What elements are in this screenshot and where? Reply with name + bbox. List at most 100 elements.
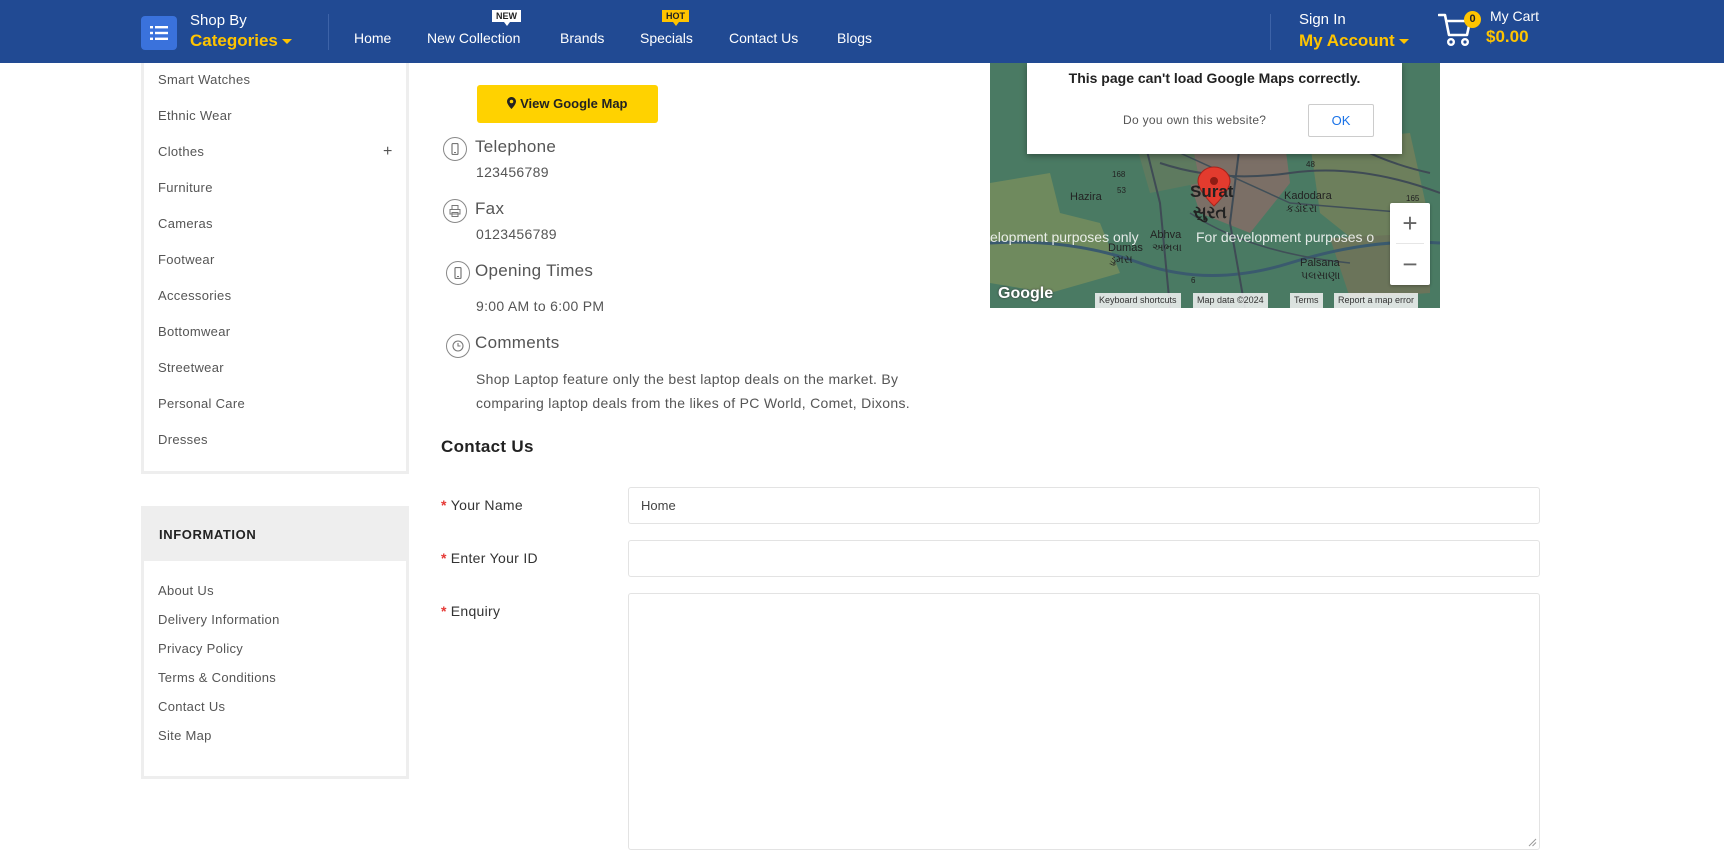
header-divider	[328, 14, 329, 50]
info-link-terms[interactable]: Terms & Conditions	[158, 670, 276, 685]
category-item[interactable]: Cameras	[158, 216, 213, 231]
hot-badge: HOT	[662, 10, 689, 26]
map-place-label: કડોદરા	[1286, 203, 1318, 215]
telephone-value: 123456789	[476, 164, 549, 180]
list-icon	[150, 26, 168, 40]
opening-times-label: Opening Times	[475, 261, 594, 280]
top-navigation-bar: Shop By Categories Home NEW New Collecti…	[0, 0, 1724, 63]
map-city-label-gujarati: સુરત	[1193, 203, 1227, 222]
phone-icon	[443, 137, 467, 161]
map-data-label: Map data ©2024	[1193, 293, 1268, 308]
fax-value: 0123456789	[476, 226, 557, 242]
my-account-label: My Account	[1299, 31, 1395, 50]
map-place-label: Palsana	[1300, 257, 1340, 269]
required-mark: *	[441, 603, 447, 619]
map-place-label: Hazira	[1070, 191, 1102, 203]
nav-home[interactable]: Home	[354, 30, 391, 46]
map-road-badge: 6	[1191, 276, 1196, 285]
phone-icon	[446, 261, 470, 285]
comments-text: Shop Laptop feature only the best laptop…	[476, 371, 910, 411]
map-place-label: Kadodara	[1284, 190, 1332, 202]
nav-brands[interactable]: Brands	[560, 30, 604, 46]
map-road-badge: 165	[1406, 194, 1420, 203]
caret-down-icon	[281, 39, 292, 45]
cart-count-badge: 0	[1464, 11, 1481, 28]
category-item[interactable]: Bottomwear	[158, 324, 230, 339]
category-list-panel	[141, 63, 409, 474]
zoom-divider	[1396, 243, 1424, 244]
enquiry-label-text: Enquiry	[450, 603, 501, 619]
map-dev-watermark: elopment purposes only	[990, 229, 1139, 245]
required-mark: *	[441, 550, 447, 566]
opening-times-value: 9:00 AM to 6:00 PM	[476, 298, 605, 314]
caret-down-icon	[1398, 39, 1409, 45]
required-mark: *	[441, 497, 447, 513]
clock-icon	[446, 334, 470, 358]
my-cart-label[interactable]: My Cart	[1490, 8, 1539, 24]
id-label-text: Enter Your ID	[450, 550, 538, 566]
enquiry-label: * Enquiry	[441, 603, 500, 619]
resize-grip-icon[interactable]	[1528, 838, 1537, 847]
category-item[interactable]: Personal Care	[158, 396, 245, 411]
id-input[interactable]	[628, 540, 1540, 577]
map-dev-watermark: For development purposes o	[1196, 229, 1375, 245]
info-link-contact[interactable]: Contact Us	[158, 699, 225, 714]
category-item[interactable]: Smart Watches	[158, 72, 250, 87]
keyboard-shortcuts-link[interactable]: Keyboard shortcuts	[1095, 293, 1181, 308]
category-menu-button[interactable]	[141, 16, 177, 50]
category-item[interactable]: Furniture	[158, 180, 213, 195]
cart-total[interactable]: $0.00	[1486, 27, 1529, 47]
info-link-about-us[interactable]: About Us	[158, 583, 214, 598]
report-map-error-link[interactable]: Report a map error	[1334, 293, 1419, 308]
nav-new-collection[interactable]: New Collection	[427, 30, 520, 46]
map-city-label: Surat	[1190, 182, 1234, 201]
category-item[interactable]: Clothes	[158, 144, 204, 159]
my-account-dropdown[interactable]: My Account	[1299, 31, 1409, 51]
name-label-text: Your Name	[450, 497, 523, 513]
nav-contact-us[interactable]: Contact Us	[729, 30, 798, 46]
expand-plus-icon[interactable]: +	[383, 143, 392, 161]
telephone-label: Telephone	[475, 137, 557, 156]
id-label: * Enter Your ID	[441, 550, 538, 566]
zoom-in-button[interactable]: +	[1390, 203, 1430, 243]
nav-blogs[interactable]: Blogs	[837, 30, 872, 46]
map-marker-icon	[507, 97, 517, 109]
contact-form-title: Contact Us	[441, 437, 534, 456]
sign-in-link[interactable]: Sign In	[1299, 11, 1346, 28]
categories-dropdown[interactable]: Categories	[190, 31, 292, 51]
information-title: INFORMATION	[159, 527, 257, 542]
map-place-label: પલસાણા	[1301, 270, 1341, 282]
enquiry-textarea[interactable]	[628, 593, 1540, 850]
map-road-badge: 48	[1306, 160, 1315, 169]
category-item[interactable]: Footwear	[158, 252, 215, 267]
map-road-badge: 168	[1112, 170, 1126, 179]
own-website-link[interactable]: Do you own this website?	[1123, 113, 1266, 127]
map-terms-link[interactable]: Terms	[1290, 293, 1323, 308]
map-place-label: ડુમસ	[1110, 254, 1133, 266]
map-place-label: અભવા	[1152, 242, 1182, 254]
view-google-map-button[interactable]: View Google Map	[477, 85, 658, 123]
category-item[interactable]: Streetwear	[158, 360, 224, 375]
map-place-label: Abhva	[1150, 229, 1182, 241]
zoom-out-button[interactable]: −	[1390, 245, 1430, 285]
map-ok-button[interactable]: OK	[1308, 104, 1374, 137]
map-zoom-controls: + −	[1390, 203, 1430, 285]
info-link-sitemap[interactable]: Site Map	[158, 728, 212, 743]
category-item[interactable]: Accessories	[158, 288, 231, 303]
name-label: * Your Name	[441, 497, 523, 513]
info-link-delivery[interactable]: Delivery Information	[158, 612, 280, 627]
category-item[interactable]: Dresses	[158, 432, 208, 447]
category-item[interactable]: Ethnic Wear	[158, 108, 232, 123]
fax-label: Fax	[475, 199, 505, 218]
categories-label: Categories	[190, 31, 278, 50]
new-badge: NEW	[492, 10, 521, 26]
google-logo: Google	[998, 285, 1054, 302]
map-error-dialog: This page can't load Google Maps correct…	[1027, 63, 1402, 154]
fax-icon	[443, 199, 467, 223]
header-divider	[1270, 14, 1271, 50]
name-input[interactable]	[628, 487, 1540, 524]
map-road-badge: 53	[1117, 186, 1126, 195]
info-link-privacy[interactable]: Privacy Policy	[158, 641, 243, 656]
nav-specials[interactable]: Specials	[640, 30, 693, 46]
comments-label: Comments	[475, 333, 560, 352]
